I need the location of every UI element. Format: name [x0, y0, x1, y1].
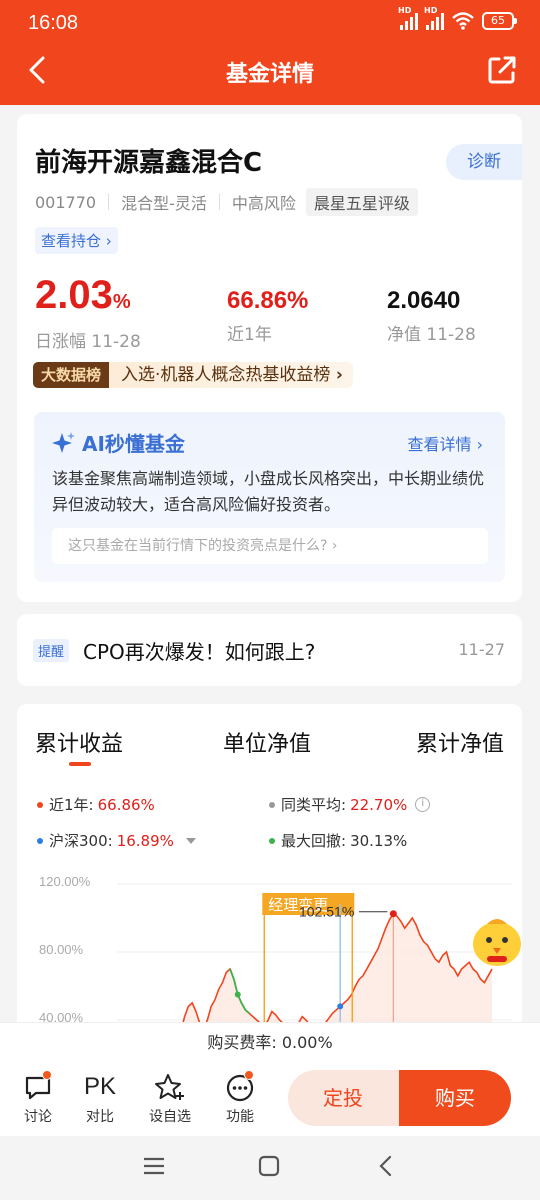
battery-icon: 65	[482, 12, 517, 30]
year-return-label: 近1年	[227, 325, 272, 345]
fixed-investment-label: 定投	[323, 1086, 363, 1110]
performance-chart-card: 累计收益 单位净值 累计净值 近1年: 66.86% 同类平均: 22.70% i …	[17, 704, 522, 1064]
fee-value: 0.00%	[281, 1033, 333, 1052]
year-return-stat: 66.86% 近1年	[227, 284, 308, 345]
divider	[108, 194, 110, 210]
fund-meta: 001770 混合型-灵活 中高风险 晨星五星评级	[35, 188, 418, 216]
signal-icon: HD	[424, 6, 444, 30]
daily-change-label: 日涨幅 11-28	[35, 332, 141, 352]
nav-value: 2.0640	[387, 287, 461, 314]
more-functions-button[interactable]: 功能	[210, 1070, 270, 1126]
ai-title-label: AI秒懂基金	[82, 432, 185, 456]
buy-button[interactable]: 购买	[399, 1070, 511, 1126]
fund-summary-card: 前海开源嘉鑫混合C 诊断 001770 混合型-灵活 中高风险 晨星五星评级 查…	[17, 114, 522, 602]
wifi-icon	[452, 12, 474, 30]
compare-label: 对比	[86, 1109, 114, 1125]
divider	[218, 194, 220, 210]
home-icon[interactable]	[258, 1155, 280, 1177]
chevron-right-icon: ›	[105, 232, 112, 250]
reminder-tag: 提醒	[33, 639, 70, 662]
ai-question-label: 这只基金在当前行情下的投资亮点是什么?	[68, 538, 328, 554]
chevron-right-icon: ›	[476, 435, 483, 454]
ai-summary-text: 该基金聚焦高端制造领域，小盘成长风格突出，中长期业绩优异但波动较大，适合高风险偏…	[52, 469, 485, 514]
back-nav-icon[interactable]	[376, 1155, 396, 1177]
app-header: 16:08 HD HD 65 基金详情	[0, 0, 540, 105]
rank-text: 入选·机器人概念热基收益榜 ›	[109, 362, 353, 388]
fund-code: 001770	[35, 192, 97, 212]
ai-summary-panel: AI秒懂基金 查看详情 › 该基金聚焦高端制造领域，小盘成长风格突出，中长期业绩…	[34, 412, 505, 582]
peak-point	[389, 910, 397, 918]
add-watchlist-button[interactable]: 设自选	[140, 1070, 200, 1126]
fee-label: 购买费率:	[207, 1033, 277, 1052]
reminder-text: CPO再次爆发！如何跟上?	[83, 640, 316, 664]
drawdown-point	[234, 991, 241, 998]
chevron-right-icon: ›	[335, 365, 343, 385]
year-return-value: 66.86%	[227, 287, 309, 314]
chevron-right-icon: ›	[331, 538, 338, 554]
status-time: 16:08	[28, 12, 79, 34]
system-navigation-bar	[0, 1136, 540, 1200]
page-title: 基金详情	[225, 62, 314, 87]
discuss-label: 讨论	[24, 1109, 52, 1125]
bottom-action-bar: 讨论 PK 对比 设自选 功能 定投 购买	[0, 1062, 540, 1136]
mascot-chick-icon[interactable]	[473, 919, 521, 966]
nav-stat: 2.0640 净值 11-28	[387, 284, 476, 345]
index-point	[337, 1003, 344, 1010]
daily-change-stat: 2.03% 日涨幅 11-28	[35, 272, 141, 352]
rank-label: 入选·机器人概念热基收益榜	[121, 365, 331, 385]
reminder-card[interactable]: 提醒 CPO再次爆发！如何跟上? 11-27	[17, 614, 522, 686]
status-icons: HD HD 65	[398, 6, 517, 30]
big-data-rank-banner[interactable]: 大数据榜 入选·机器人概念热基收益榜 ›	[33, 362, 353, 388]
menu-icon[interactable]	[142, 1156, 166, 1176]
daily-change-unit: %	[112, 291, 131, 313]
nav-label: 净值 11-28	[387, 325, 476, 345]
fund-risk: 中高风险	[231, 194, 296, 213]
return-line-chart[interactable]: 经理变更102.51%	[17, 704, 522, 1064]
reminder-date: 11-27	[458, 640, 506, 659]
compare-button[interactable]: PK 对比	[70, 1070, 130, 1126]
peak-label: 102.51%	[299, 904, 354, 920]
notification-badge	[42, 1070, 52, 1080]
daily-change-value: 2.03	[35, 273, 113, 317]
notification-badge	[244, 1070, 254, 1080]
discuss-button[interactable]: 讨论	[8, 1070, 68, 1126]
rank-tag: 大数据榜	[33, 362, 110, 388]
view-holdings-button[interactable]: 查看持仓 ›	[35, 227, 118, 254]
ai-question-prompt[interactable]: 这只基金在当前行情下的投资亮点是什么? ›	[52, 528, 488, 564]
view-holdings-label: 查看持仓	[41, 232, 102, 250]
ai-title: AI秒懂基金	[52, 428, 185, 457]
watchlist-label: 设自选	[149, 1109, 191, 1125]
pk-icon: PK	[83, 1073, 116, 1100]
diagnose-button[interactable]: 诊断	[446, 144, 522, 180]
status-bar: 16:08 HD HD 65	[0, 0, 540, 48]
signal-icon: HD	[398, 6, 418, 30]
fund-type: 混合型-灵活	[121, 194, 207, 213]
sparkle-icon	[52, 431, 75, 453]
ai-more-link[interactable]: 查看详情 ›	[407, 431, 483, 455]
fund-rating-badge: 晨星五星评级	[305, 188, 418, 216]
fund-name: 前海开源嘉鑫混合C	[35, 148, 263, 178]
share-icon[interactable]	[484, 52, 520, 88]
star-plus-icon	[155, 1074, 184, 1100]
purchase-fee-bar: 购买费率: 0.00%	[0, 1022, 540, 1062]
functions-label: 功能	[226, 1109, 254, 1125]
ai-more-label: 查看详情	[407, 435, 472, 454]
